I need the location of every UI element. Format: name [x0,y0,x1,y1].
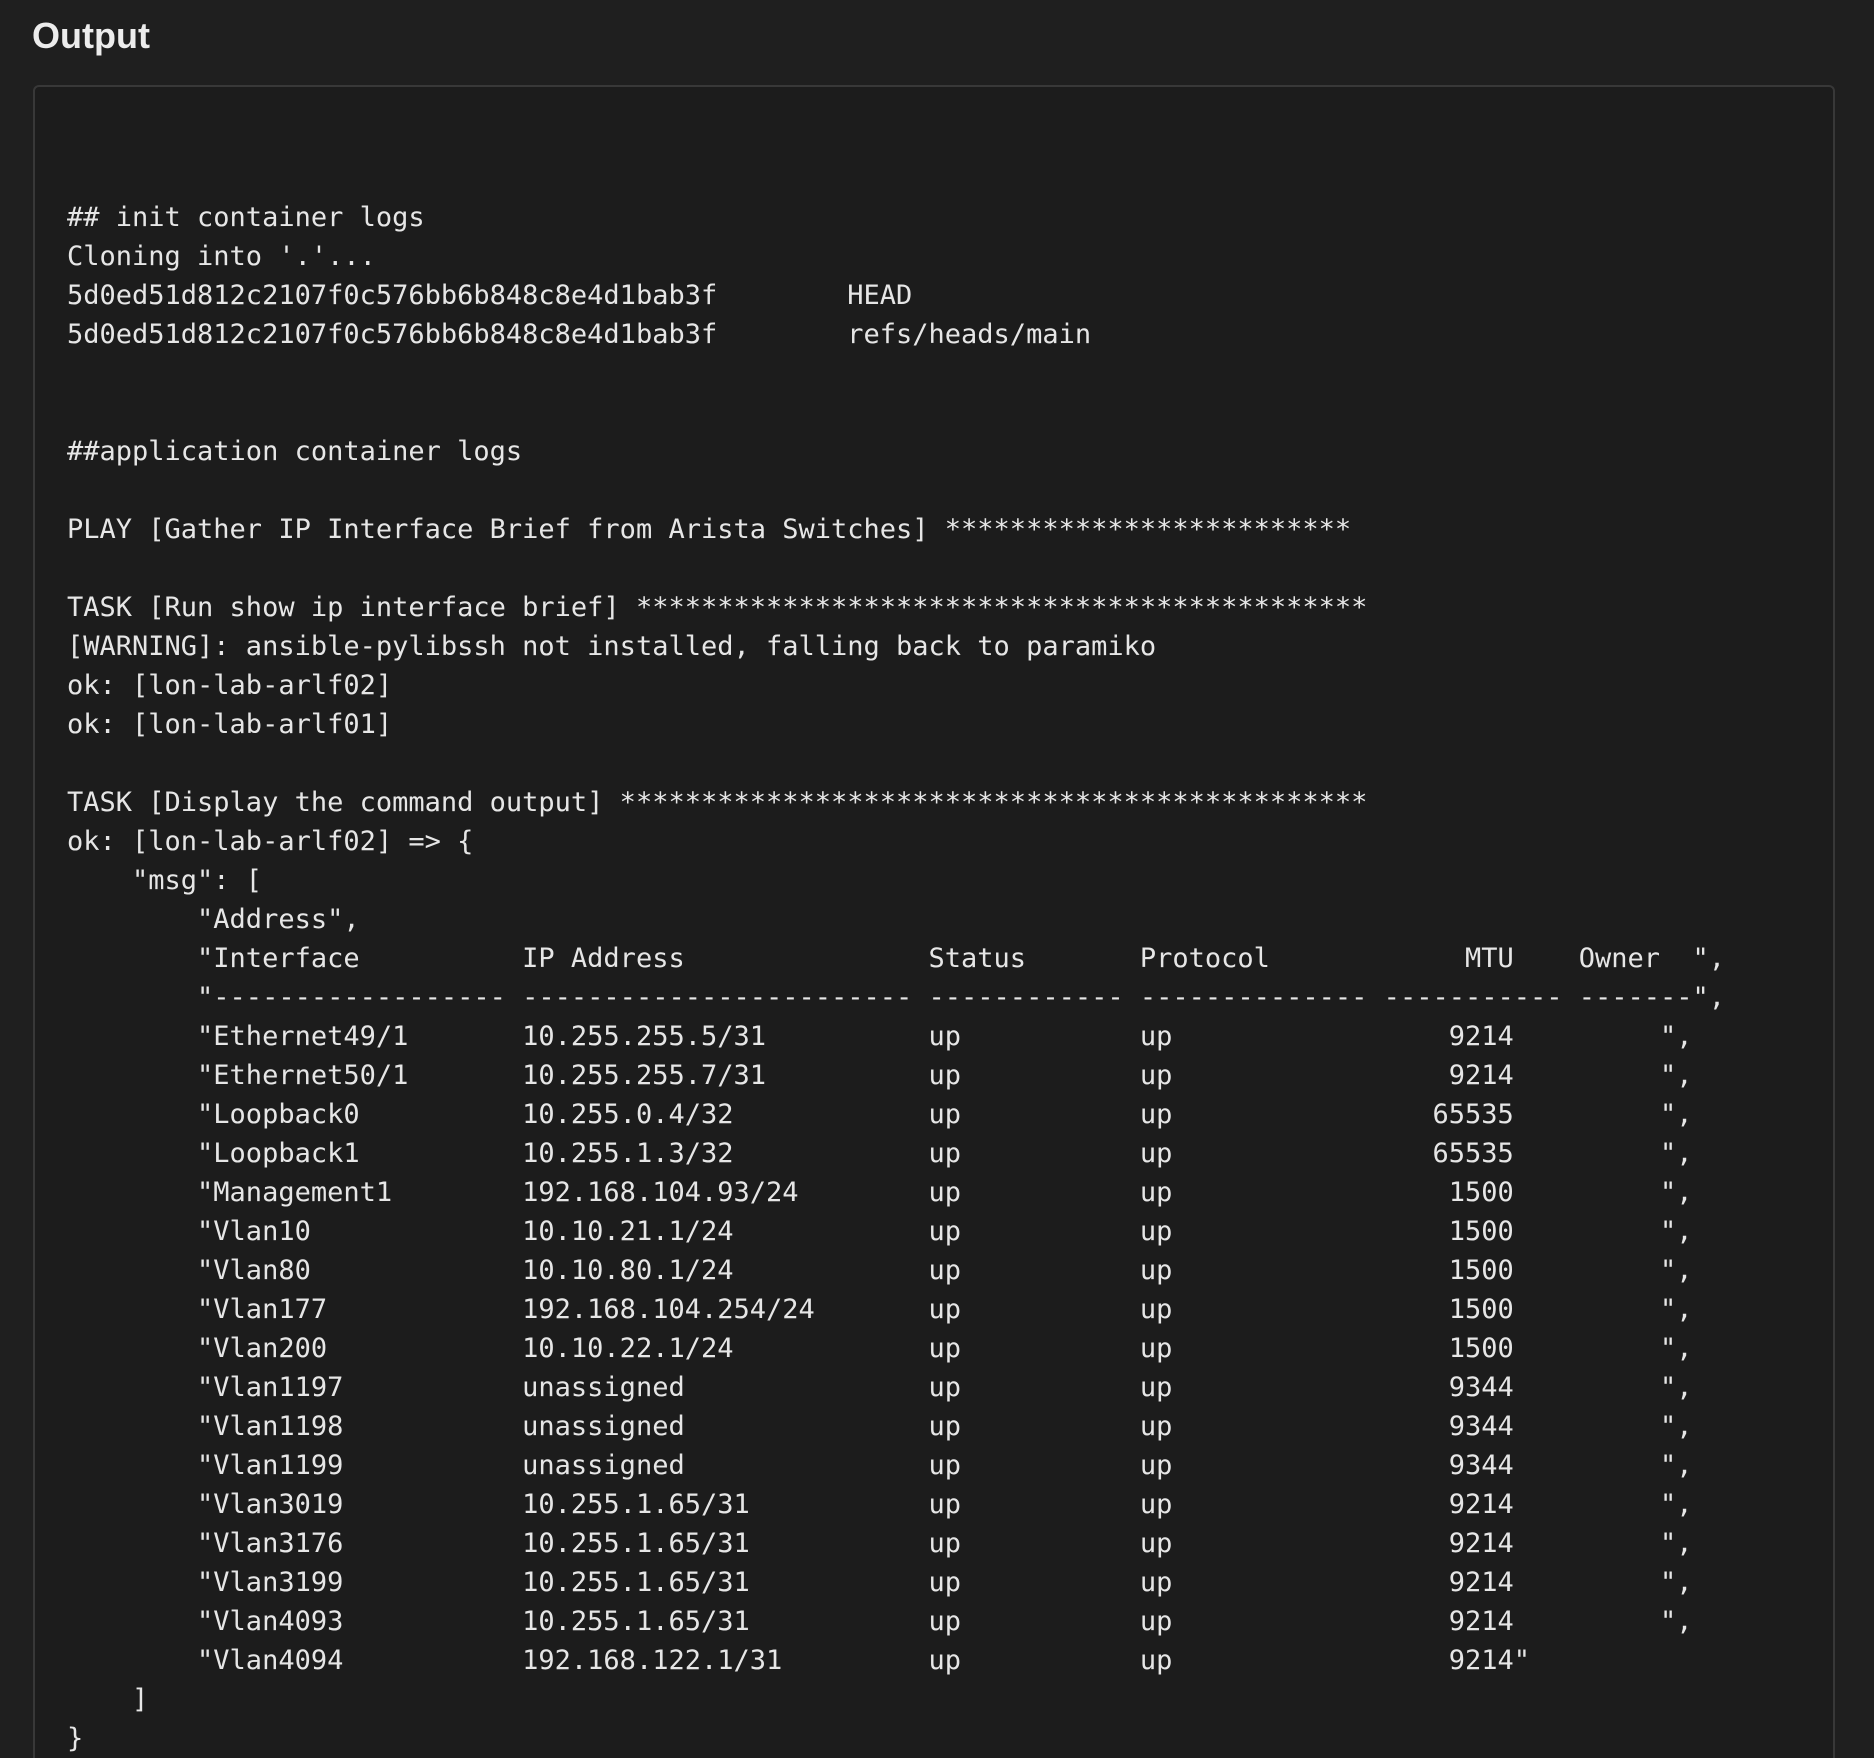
log-line: "Ethernet50/1 10.255.255.7/31 up up 9214… [67,1060,1693,1091]
output-panel[interactable]: ## init container logs Cloning into '.'..… [33,85,1835,1758]
log-line: "Vlan10 10.10.21.1/24 up up 1500 ", [67,1216,1693,1247]
log-line: ] [67,1684,149,1715]
log-line: [WARNING]: ansible-pylibssh not installe… [67,631,1157,662]
log-line: ##application container logs [67,436,523,467]
log-line: "Vlan177 192.168.104.254/24 up up 1500 "… [67,1294,1693,1325]
log-line: "Vlan3019 10.255.1.65/31 up up 9214 ", [67,1489,1693,1520]
log-line: "Interface IP Address Status Protocol MT… [67,943,1726,974]
log-line: "Vlan1199 unassigned up up 9344 ", [67,1450,1693,1481]
log-line: Cloning into '.'... [67,241,376,272]
log-line: "Vlan4093 10.255.1.65/31 up up 9214 ", [67,1606,1693,1637]
log-line: "Address", [67,904,360,935]
log-line: ok: [lon-lab-arlf02] => { [67,826,474,857]
log-line: "msg": [ [67,865,263,896]
log-line: "Vlan80 10.10.80.1/24 up up 1500 ", [67,1255,1693,1286]
log-line: "Vlan1197 unassigned up up 9344 ", [67,1372,1693,1403]
log-line: "Ethernet49/1 10.255.255.5/31 up up 9214… [67,1021,1693,1052]
log-line: TASK [Display the command output] ******… [67,787,1368,818]
log-output: ## init container logs Cloning into '.'..… [67,198,1725,1758]
log-line: "Vlan1198 unassigned up up 9344 ", [67,1411,1693,1442]
log-line: "Vlan4094 192.168.122.1/31 up up 9214" [67,1645,1530,1676]
log-line: "Vlan3176 10.255.1.65/31 up up 9214 ", [67,1528,1693,1559]
log-line: 5d0ed51d812c2107f0c576bb6b848c8e4d1bab3f… [67,280,913,311]
output-page: Output ## init container logs Cloning int… [0,0,1874,1758]
log-line: "Loopback0 10.255.0.4/32 up up 65535 ", [67,1099,1693,1130]
log-line: ok: [lon-lab-arlf01] [67,709,393,740]
output-title: Output [32,15,150,56]
log-line: PLAY [Gather IP Interface Brief from Ari… [67,514,1352,545]
log-line: "Vlan200 10.10.22.1/24 up up 1500 ", [67,1333,1693,1364]
log-line: ok: [lon-lab-arlf02] [67,670,393,701]
log-line: "------------------ --------------------… [67,982,1726,1013]
log-line: "Vlan3199 10.255.1.65/31 up up 9214 ", [67,1567,1693,1598]
log-line: TASK [Run show ip interface brief] *****… [67,592,1368,623]
log-line: 5d0ed51d812c2107f0c576bb6b848c8e4d1bab3f… [67,319,1092,350]
log-line: "Loopback1 10.255.1.3/32 up up 65535 ", [67,1138,1693,1169]
log-line: ## init container logs [67,202,425,233]
log-line: } [67,1723,84,1754]
log-line: "Management1 192.168.104.93/24 up up 150… [67,1177,1693,1208]
